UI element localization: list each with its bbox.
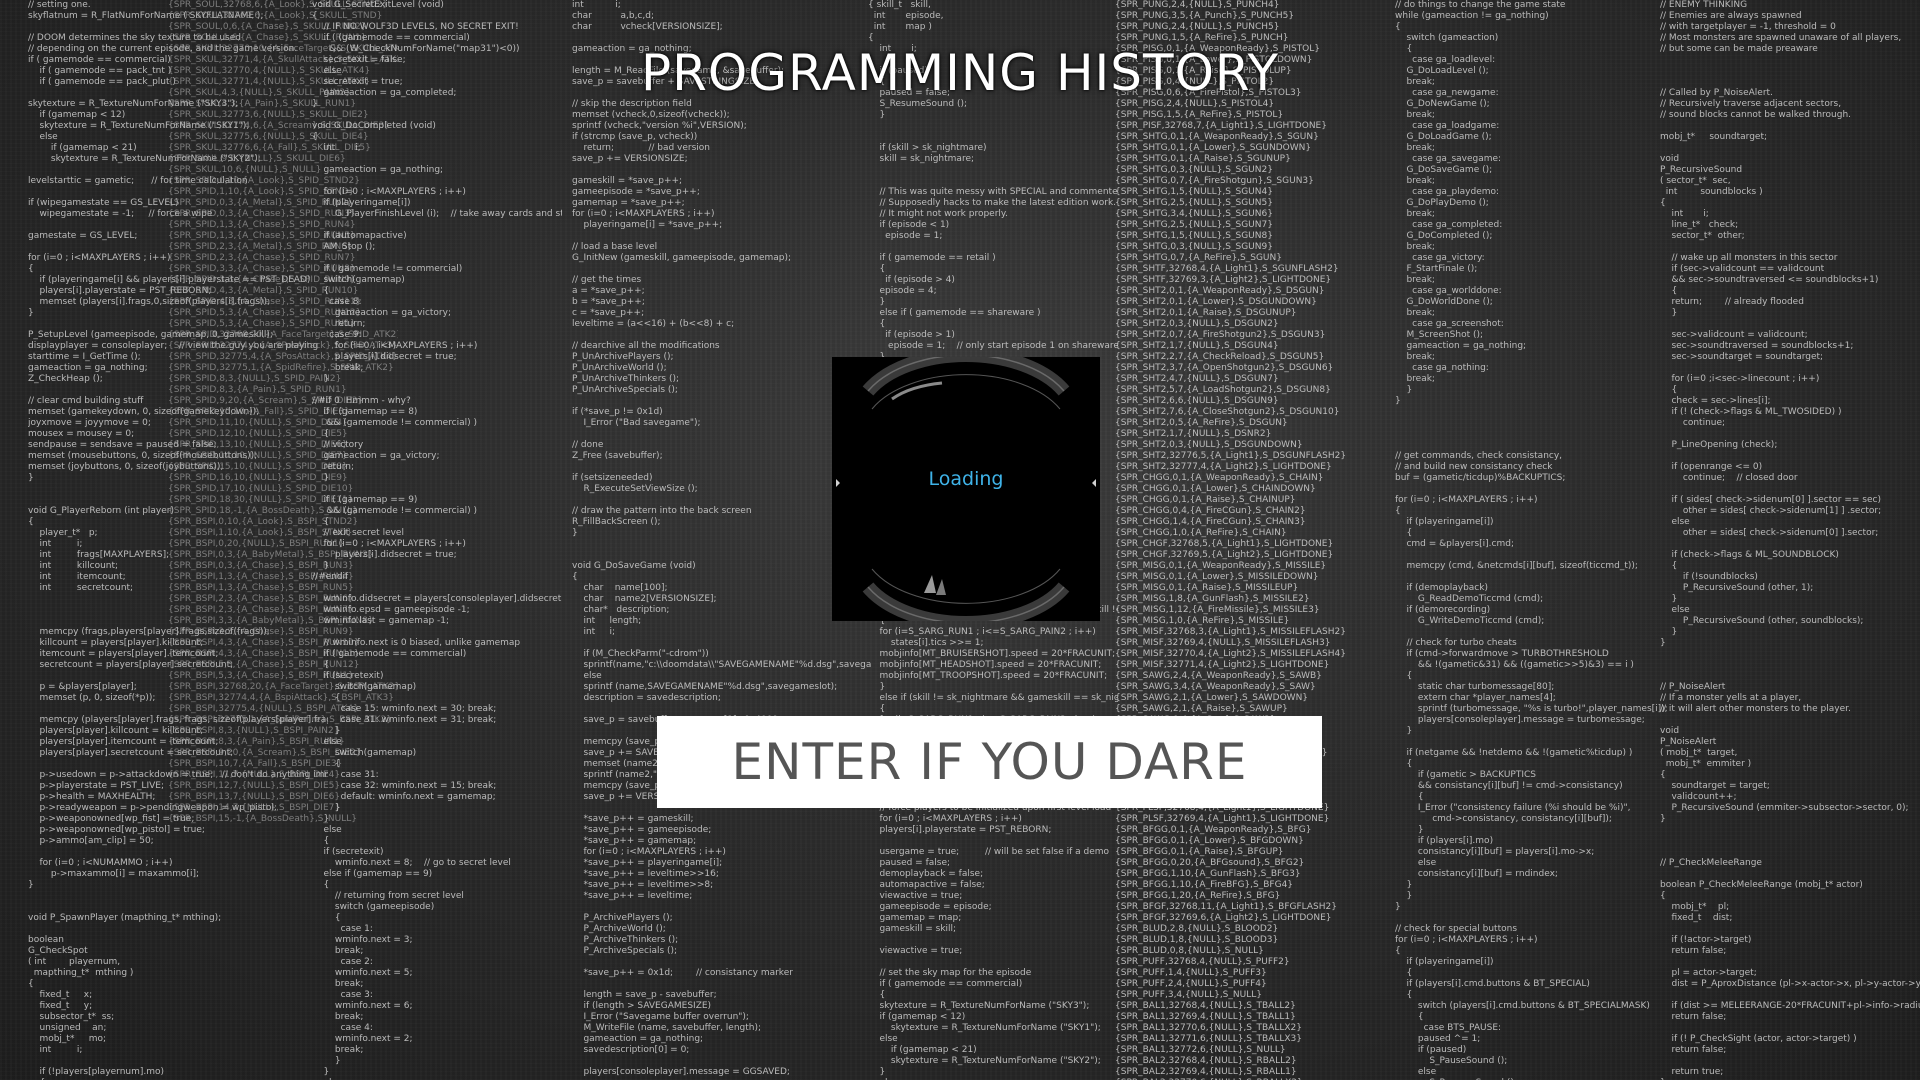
code-column-6: {SPR_PUNG,2,4,{NULL},S_PUNCH4} {SPR_PUNG… xyxy=(1115,0,1347,1080)
code-column-4: int i; char a,b,c,d; char vcheck[VERSION… xyxy=(572,0,872,1077)
desktop-background: // setting one. skyflatnum = R_FlatNumFo… xyxy=(0,0,1920,1080)
loading-panel: Loading xyxy=(832,357,1100,621)
code-column-3: void G_SecretExitLevel (void) { // IF NO… xyxy=(312,0,562,1080)
code-column-8: // ENEMY THINKING // Enemies are always … xyxy=(1660,0,1920,1080)
enter-button[interactable]: ENTER IF YOU DARE xyxy=(657,716,1322,808)
loading-label: Loading xyxy=(928,468,1004,490)
code-column-7: // do things to change the game state wh… xyxy=(1395,0,1668,1080)
page-title: PROGRAMMING HISTORY xyxy=(640,44,1280,102)
